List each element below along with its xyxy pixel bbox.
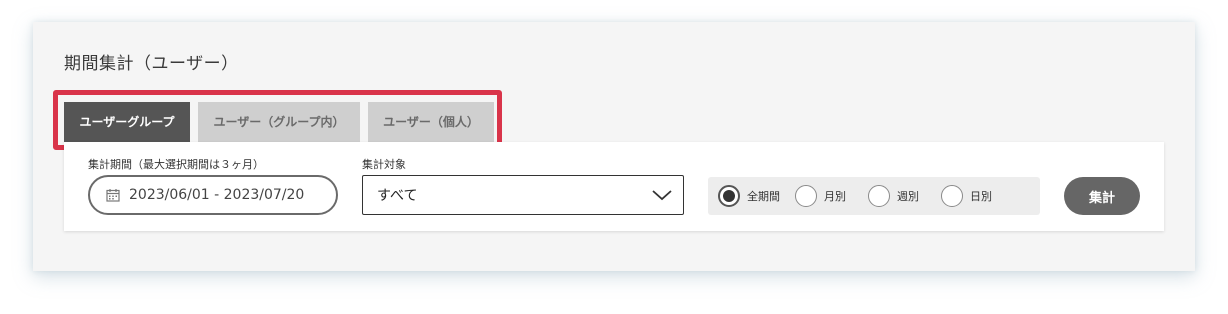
radio-weekly[interactable]: 週別 (868, 185, 919, 207)
radio-button[interactable] (941, 185, 963, 207)
aggregate-button[interactable]: 集計 (1064, 177, 1140, 215)
radio-daily[interactable]: 日別 (941, 185, 992, 207)
period-label: 集計期間（最大選択期間は３ヶ月） (88, 158, 264, 171)
radio-label-daily: 日別 (970, 190, 992, 203)
radio-monthly[interactable]: 月別 (795, 185, 846, 207)
radio-label-monthly: 月別 (824, 190, 846, 203)
granularity-radio-group: 全期間 月別 週別 日別 (708, 177, 1040, 215)
date-range-value: 2023/06/01 - 2023/07/20 (129, 187, 305, 203)
radio-button-checked[interactable] (718, 185, 740, 207)
radio-button[interactable] (795, 185, 817, 207)
tab-user-individual[interactable]: ユーザー（個人） (368, 102, 494, 142)
radio-label-weekly: 週別 (897, 190, 919, 203)
tab-user-group[interactable]: ユーザーグループ (64, 102, 190, 142)
chevron-down-icon (652, 190, 672, 201)
period-summary-panel: 期間集計（ユーザー） ユーザーグループ ユーザー（グループ内） ユーザー（個人）… (33, 22, 1195, 271)
target-select[interactable]: すべて (362, 175, 684, 215)
calendar-icon (106, 189, 120, 202)
tab-user-in-group[interactable]: ユーザー（グループ内） (198, 102, 360, 142)
radio-label-all-period: 全期間 (747, 190, 780, 203)
target-label: 集計対象 (362, 158, 406, 171)
radio-button[interactable] (868, 185, 890, 207)
panel-title: 期間集計（ユーザー） (64, 54, 239, 74)
target-select-value: すべて (377, 188, 418, 204)
radio-all-period[interactable]: 全期間 (718, 185, 780, 207)
filter-card: 集計期間（最大選択期間は３ヶ月） 2023/06/01 - 2023/07/20… (64, 142, 1164, 231)
date-range-input[interactable]: 2023/06/01 - 2023/07/20 (88, 175, 338, 215)
tab-bar: ユーザーグループ ユーザー（グループ内） ユーザー（個人） (64, 102, 494, 142)
